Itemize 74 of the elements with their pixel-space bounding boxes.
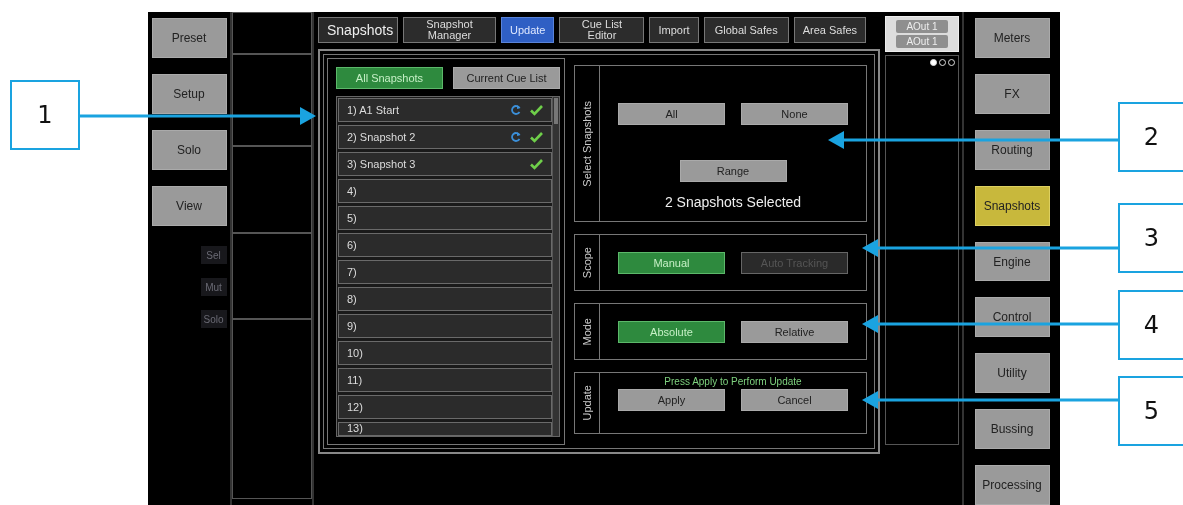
tab[interactable]: Update [501,17,555,43]
page-title: Snapshots [318,17,398,43]
snapshot-row[interactable]: 3) Snapshot 3 [338,152,552,176]
section-label: Mode [581,317,593,346]
output-badge: AOut 1 [896,35,948,48]
nav-button[interactable]: Snapshots [974,185,1050,226]
snapshot-row[interactable]: 1) A1 Start [338,98,552,122]
channel-button[interactable]: Solo [200,310,227,328]
nav-button[interactable]: Meters [974,18,1050,58]
filter-button[interactable]: Current Cue List [453,67,560,89]
nav-button[interactable]: FX [974,73,1050,114]
snapshot-label: 7) [347,266,358,278]
snapshot-row[interactable]: 13) [338,422,552,436]
nav-button[interactable]: Setup [151,74,227,114]
snapshot-row[interactable]: 12) [338,395,552,419]
nav-button[interactable]: Engine [974,241,1050,282]
nav-button[interactable]: View [151,186,227,226]
snapshot-label: 12) [347,401,364,413]
filter-button[interactable]: All Snapshots [336,67,443,89]
section-label: Update [581,385,593,421]
tab[interactable]: Global Safes [703,17,789,43]
snapshot-row[interactable]: 11) [338,368,552,392]
nav-button[interactable]: Preset [151,18,227,58]
snapshot-label: 11) [347,374,364,386]
option-button[interactable]: Manual [618,251,725,274]
snapshot-label: 4) [347,185,358,197]
snapshot-row[interactable]: 5) [338,206,552,230]
page-dot[interactable] [930,59,937,66]
snapshot-label: 9) [347,320,358,332]
option-button[interactable]: Range [679,160,787,182]
selection-status: 2 Snapshots Selected [664,194,802,210]
snapshot-row[interactable]: 7) [338,260,552,284]
section-label: Scope [581,246,593,279]
snapshot-label: 1) A1 Start [347,104,400,116]
option-button[interactable]: All [618,103,725,125]
option-button[interactable]: None [741,103,848,125]
option-button[interactable]: Cancel [741,389,848,411]
update-message: Press Apply to Perform Update [664,376,802,387]
nav-button[interactable]: Processing [974,465,1050,505]
snapshot-label: 10) [347,347,364,359]
nav-button[interactable]: Bussing [974,409,1050,450]
nav-button[interactable]: Routing [974,129,1050,170]
section-label: Select Snapshots [581,100,593,187]
option-button[interactable]: Apply [618,389,725,411]
tab[interactable]: Import [649,17,699,43]
option-button[interactable]: Absolute [618,320,725,343]
snapshot-label: 2) Snapshot 2 [347,131,417,143]
snapshot-row[interactable]: 10) [338,341,552,365]
option-button[interactable]: Relative [741,320,848,343]
snapshot-label: 3) Snapshot 3 [347,158,417,170]
tab[interactable]: Snapshot Manager [403,17,496,43]
tab[interactable]: Area Safes [793,17,867,43]
snapshot-label: 8) [347,293,358,305]
callout-number: 1 [10,80,80,150]
nav-button[interactable]: Solo [151,130,227,170]
scroll-bar[interactable] [552,97,559,436]
callout-number: 3 [1118,203,1183,273]
channel-button[interactable]: Sel [200,246,227,264]
snapshot-row[interactable]: 2) Snapshot 2 [338,125,552,149]
snapshot-row[interactable]: 4) [338,179,552,203]
channel-button[interactable]: Mut [200,278,227,296]
snapshot-row[interactable]: 6) [338,233,552,257]
callout-number: 5 [1118,376,1183,446]
output-badge: AOut 1 [896,20,948,33]
snapshot-row[interactable]: 8) [338,287,552,311]
snapshot-label: 6) [347,239,358,251]
callout-number: 2 [1118,102,1183,172]
snapshot-label: 13) [347,423,364,434]
snapshot-label: 5) [347,212,358,224]
nav-button[interactable]: Control [974,297,1050,338]
callout-number: 4 [1118,290,1183,360]
snapshot-row[interactable]: 9) [338,314,552,338]
nav-button[interactable]: Utility [974,353,1050,394]
tab[interactable]: Cue List Editor [559,17,645,43]
